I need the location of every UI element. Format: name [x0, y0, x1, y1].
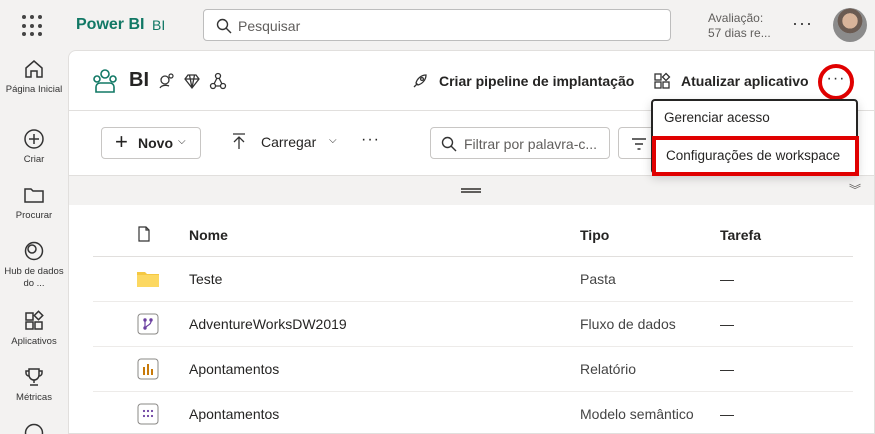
row-name[interactable]: AdventureWorksDW2019: [189, 301, 580, 347]
folder-icon: [24, 188, 44, 203]
task-header[interactable]: Tarefa: [720, 215, 853, 257]
row-task: —: [720, 256, 853, 302]
plus-icon: +: [115, 129, 128, 154]
trial-days: 57 dias re...: [708, 26, 771, 40]
trophy-icon: [25, 368, 43, 386]
pane-splitter[interactable]: ︾: [69, 175, 874, 205]
home-icon: [25, 60, 43, 78]
workspace-title: BI: [129, 69, 149, 91]
report-icon: [137, 358, 159, 379]
row-task: —: [720, 346, 853, 392]
drag-handle-icon[interactable]: [461, 188, 481, 193]
filter-input[interactable]: Filtrar por palavra-c...: [430, 127, 610, 159]
rocket-icon: [413, 74, 427, 88]
new-button[interactable]: + Novo ⌵: [101, 127, 201, 159]
folder-icon: [137, 271, 159, 287]
nav-item-data-hub[interactable]: Hub de dados do ...: [0, 240, 68, 290]
row-type: Pasta: [580, 256, 720, 302]
nav-label-metrics: Métricas: [16, 392, 52, 403]
top-bar: Power BI BI Pesquisar Avaliação: 57 dias…: [0, 0, 875, 50]
toolbar-more-icon[interactable]: ···: [361, 131, 380, 149]
dataflow-icon: [137, 313, 159, 334]
create-icon: [24, 129, 44, 149]
create-pipeline-label: Criar pipeline de implantação: [439, 73, 635, 89]
row-icon-cell: [93, 301, 189, 347]
nav-label-create: Criar: [23, 154, 45, 165]
update-app-label: Atualizar aplicativo: [681, 73, 809, 89]
upload-label: Carregar: [261, 134, 317, 150]
trial-label: Avaliação:: [708, 11, 764, 25]
table-row[interactable]: Teste Pasta —: [93, 256, 853, 302]
brand-name[interactable]: Power BI: [76, 16, 144, 34]
table-row[interactable]: AdventureWorksDW2019 Fluxo de dados —: [93, 301, 853, 347]
left-nav: Página Inicial Criar Procurar Hub de dad…: [0, 50, 68, 434]
row-name[interactable]: Apontamentos: [189, 346, 580, 392]
upload-icon: [233, 133, 245, 149]
create-pipeline-button[interactable]: Criar pipeline de implantação: [413, 73, 635, 89]
workspace-icon: [93, 69, 117, 93]
row-task: —: [720, 391, 853, 433]
chevron-down-icon: ⌵: [329, 135, 337, 146]
file-icon: [138, 226, 150, 242]
trial-status[interactable]: Avaliação: 57 dias re...: [708, 11, 771, 41]
workspace-more-options-button[interactable]: ···: [818, 64, 854, 100]
search-icon: [216, 18, 232, 34]
table-row[interactable]: Apontamentos Relatório —: [93, 346, 853, 392]
type-icon-header[interactable]: [93, 215, 189, 257]
row-name[interactable]: Teste: [189, 256, 580, 302]
new-label: Novo: [138, 135, 173, 151]
row-icon-cell: [93, 391, 189, 433]
workspace-breadcrumb[interactable]: BI: [152, 17, 165, 33]
update-app-button[interactable]: Atualizar aplicativo: [654, 72, 809, 89]
nav-label-data-hub: Hub de dados do ...: [4, 266, 64, 289]
lineage-icon[interactable]: [209, 72, 227, 90]
settings-person-icon[interactable]: [157, 72, 175, 90]
name-header[interactable]: Nome: [189, 215, 580, 257]
filter-placeholder: Filtrar por palavra-c...: [464, 136, 598, 152]
menu-item-workspace-settings[interactable]: Configurações de workspace: [652, 136, 859, 176]
monitor-icon: [24, 423, 44, 434]
row-name[interactable]: Apontamentos: [189, 391, 580, 433]
nav-item-metrics[interactable]: Métricas: [0, 366, 68, 404]
row-task: —: [720, 301, 853, 347]
row-type: Relatório: [580, 346, 720, 392]
collapse-double-chevron-icon[interactable]: ︾: [849, 181, 861, 198]
table-row[interactable]: Apontamentos Modelo semântico —: [93, 391, 853, 433]
filter-icon: [632, 138, 646, 150]
menu-item-manage-access[interactable]: Gerenciar acesso: [653, 101, 856, 135]
apps-icon: [25, 310, 44, 330]
data-hub-icon: [24, 241, 44, 261]
nav-item-create[interactable]: Criar: [0, 128, 68, 166]
chevron-down-icon: ⌵: [178, 136, 186, 147]
search-icon: [441, 136, 457, 152]
nav-item-home[interactable]: Página Inicial: [0, 58, 68, 96]
row-type: Fluxo de dados: [580, 301, 720, 347]
nav-label-browse: Procurar: [15, 210, 53, 221]
row-type: Modelo semântico: [580, 391, 720, 433]
avatar[interactable]: [833, 8, 867, 42]
nav-label-home: Página Inicial: [5, 84, 63, 95]
nav-item-apps[interactable]: Aplicativos: [0, 310, 68, 348]
nav-item-browse[interactable]: Procurar: [0, 184, 68, 222]
more-options-icon[interactable]: ···: [792, 13, 813, 34]
workspace-options-menu: Gerenciar acesso Configurações de worksp…: [651, 99, 859, 176]
row-icon-cell: [93, 346, 189, 392]
apps-icon: [654, 72, 671, 89]
table-header-row: Nome Tipo Tarefa: [93, 215, 853, 257]
search-box[interactable]: Pesquisar: [203, 9, 671, 41]
row-icon-cell: [93, 256, 189, 302]
premium-diamond-icon[interactable]: [183, 72, 201, 90]
nav-item-more[interactable]: [0, 422, 68, 434]
search-placeholder: Pesquisar: [238, 18, 301, 34]
semantic-model-icon: [137, 403, 159, 424]
app-launcher-icon[interactable]: [22, 15, 44, 37]
nav-label-apps: Aplicativos: [11, 336, 57, 347]
type-header[interactable]: Tipo: [580, 215, 720, 257]
items-table: Nome Tipo Tarefa Teste Pasta — Adventure…: [93, 215, 853, 433]
